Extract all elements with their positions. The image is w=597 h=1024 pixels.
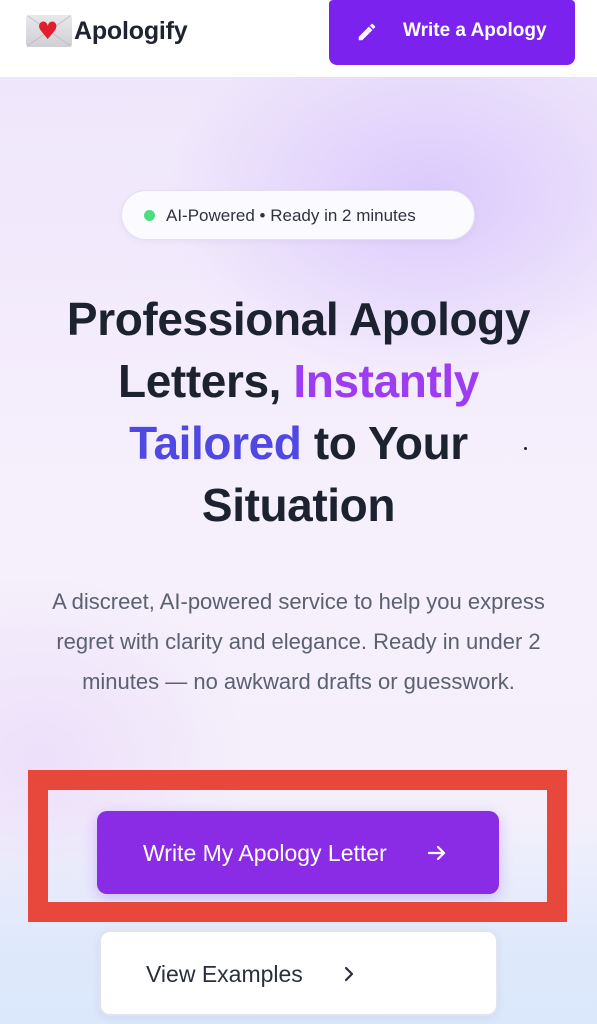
envelope-heart-icon: ♥ xyxy=(26,15,72,47)
headline-line-4: Situation xyxy=(201,479,396,531)
arrow-right-icon xyxy=(427,845,446,861)
decorative-dot xyxy=(524,447,527,450)
pencil-icon xyxy=(358,23,376,41)
write-apology-label: Write a Apology xyxy=(403,20,547,41)
status-badge-text: AI-Powered • Ready in 2 minutes xyxy=(166,206,416,225)
view-examples-button[interactable]: View Examples xyxy=(99,930,498,1016)
status-dot-icon xyxy=(144,210,155,221)
write-apology-button[interactable]: Write a Apology xyxy=(329,0,575,65)
hero-headline: Professional Apology Letters, Instantly … xyxy=(20,288,577,536)
landing-page: ♥ Apologify Write a Apology AI-Powered •… xyxy=(0,0,597,1024)
brand-name: Apologify xyxy=(74,16,188,45)
top-nav: ♥ Apologify Write a Apology xyxy=(0,0,597,77)
secondary-cta-label: View Examples xyxy=(146,961,303,987)
primary-cta-label: Write My Apology Letter xyxy=(143,840,387,866)
chevron-right-icon xyxy=(344,966,354,982)
hero-subtitle: A discreet, AI-powered service to help y… xyxy=(52,589,545,694)
headline-highlight-instantly: Instantly xyxy=(293,355,479,407)
headline-line-2-prefix: Letters, xyxy=(118,355,294,407)
status-badge: AI-Powered • Ready in 2 minutes xyxy=(121,190,475,240)
headline-line-1: Professional Apology xyxy=(66,293,531,345)
brand-logo[interactable]: ♥ Apologify xyxy=(26,14,188,48)
headline-line-3-suffix: to Your xyxy=(301,417,468,469)
write-my-apology-letter-button[interactable]: Write My Apology Letter xyxy=(97,811,499,894)
headline-highlight-tailored: Tailored xyxy=(129,417,302,469)
